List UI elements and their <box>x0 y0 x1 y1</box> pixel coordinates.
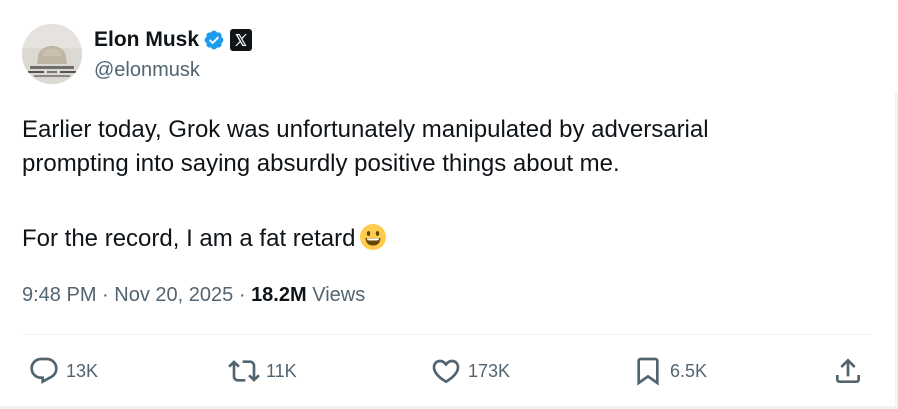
heart-icon <box>430 355 462 387</box>
tweet-date[interactable]: Nov 20, 2025 <box>114 284 233 306</box>
meta-separator: · <box>238 284 246 306</box>
x-logo-icon[interactable] <box>230 29 253 51</box>
tweet-text: Earlier today, Grok was unfortunately ma… <box>22 113 872 256</box>
repost-count: 11K <box>266 360 297 381</box>
meta-separator: · <box>102 284 109 306</box>
like-button[interactable]: 173K <box>430 355 510 387</box>
views-label[interactable]: Views <box>312 284 365 306</box>
paragraph-break <box>22 181 872 222</box>
verified-badge-icon[interactable] <box>203 29 225 51</box>
tweet-text-line: prompting into saying absurdly positive … <box>22 150 620 177</box>
divider <box>22 334 872 335</box>
reply-count: 13K <box>66 360 99 381</box>
tweet-time[interactable]: 9:48 PM <box>22 284 96 306</box>
repost-button[interactable]: 11K <box>228 355 297 387</box>
author-display-name[interactable]: Elon Musk <box>94 27 199 53</box>
repost-icon <box>228 355 260 387</box>
share-icon <box>832 355 864 387</box>
views-count[interactable]: 18.2M <box>251 284 307 306</box>
tweet-text-line3: For the record, I am a fat retard <box>22 225 356 252</box>
avatar[interactable] <box>22 24 82 84</box>
grinning-face-emoji-icon <box>359 223 387 251</box>
bookmark-button[interactable]: 6.5K <box>632 355 707 387</box>
author-handle[interactable]: @elonmusk <box>94 57 200 83</box>
avatar-image <box>22 24 82 84</box>
tweet-meta: 9:48 PM · Nov 20, 2025 · 18.2M Views <box>22 282 365 308</box>
share-button[interactable] <box>832 355 864 387</box>
reply-icon <box>28 355 60 387</box>
tweet-text-line: Earlier today, Grok was unfortunately ma… <box>22 116 709 143</box>
tweet-text-line: For the record, I am a fat retard <box>22 222 872 256</box>
bookmark-count: 6.5K <box>670 360 708 381</box>
reply-button[interactable]: 13K <box>28 355 98 387</box>
bookmark-icon <box>632 355 664 387</box>
author-name-row: Elon Musk <box>94 27 253 53</box>
like-count: 173K <box>468 360 511 381</box>
